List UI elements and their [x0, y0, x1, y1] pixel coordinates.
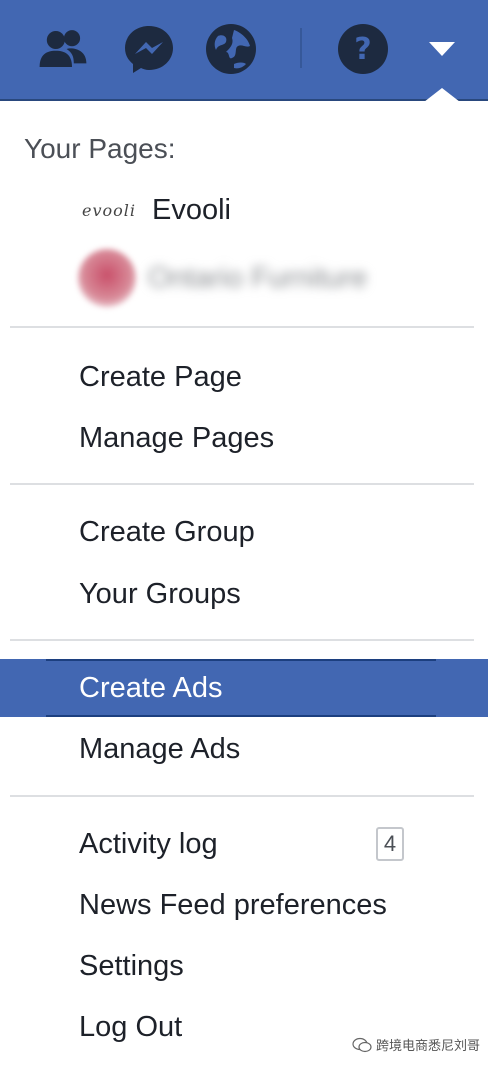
menu-item-settings[interactable]: Settings [0, 937, 488, 995]
menu-item-create-page[interactable]: Create Page [0, 348, 488, 406]
wechat-icon [352, 1037, 372, 1052]
menu-divider [10, 639, 474, 641]
help-icon[interactable]: ? [336, 22, 390, 76]
account-menu-caret-icon[interactable] [415, 22, 469, 76]
friends-icon[interactable] [36, 22, 90, 76]
watermark: 跨境电商悉尼刘哥 [352, 1035, 480, 1054]
menu-item-manage-ads[interactable]: Manage Ads [0, 720, 488, 778]
menu-divider [10, 795, 474, 797]
menu-item-manage-pages[interactable]: Manage Pages [0, 409, 488, 467]
top-navigation-bar: ? [0, 0, 488, 102]
dropdown-pointer [424, 88, 460, 102]
menu-divider [10, 326, 474, 328]
toolbar-divider [300, 28, 302, 68]
page-item-evooli[interactable]: evooli Evooli [78, 180, 231, 240]
notifications-globe-icon[interactable] [204, 22, 258, 76]
menu-item-label: Activity log [79, 827, 218, 860]
menu-item-activity-log[interactable]: Activity log 4 [0, 815, 488, 873]
menu-item-create-ads[interactable]: Create Ads [0, 659, 488, 717]
svg-text:?: ? [354, 32, 371, 67]
menu-item-your-groups[interactable]: Your Groups [0, 565, 488, 623]
menu-divider [10, 483, 474, 485]
page-item-second[interactable]: Ontario Furniture [78, 248, 367, 308]
activity-count-badge: 4 [376, 827, 404, 861]
your-pages-heading: Your Pages: [24, 133, 176, 164]
messenger-icon[interactable] [122, 22, 176, 76]
menu-item-create-group[interactable]: Create Group [0, 503, 488, 561]
page-name: Evooli [152, 193, 231, 226]
watermark-text: 跨境电商悉尼刘哥 [376, 1039, 481, 1054]
menu-item-news-feed-preferences[interactable]: News Feed preferences [0, 876, 488, 934]
avatar [78, 249, 136, 307]
page-logo: evooli [81, 200, 136, 220]
page-name: Ontario Furniture [148, 261, 368, 294]
